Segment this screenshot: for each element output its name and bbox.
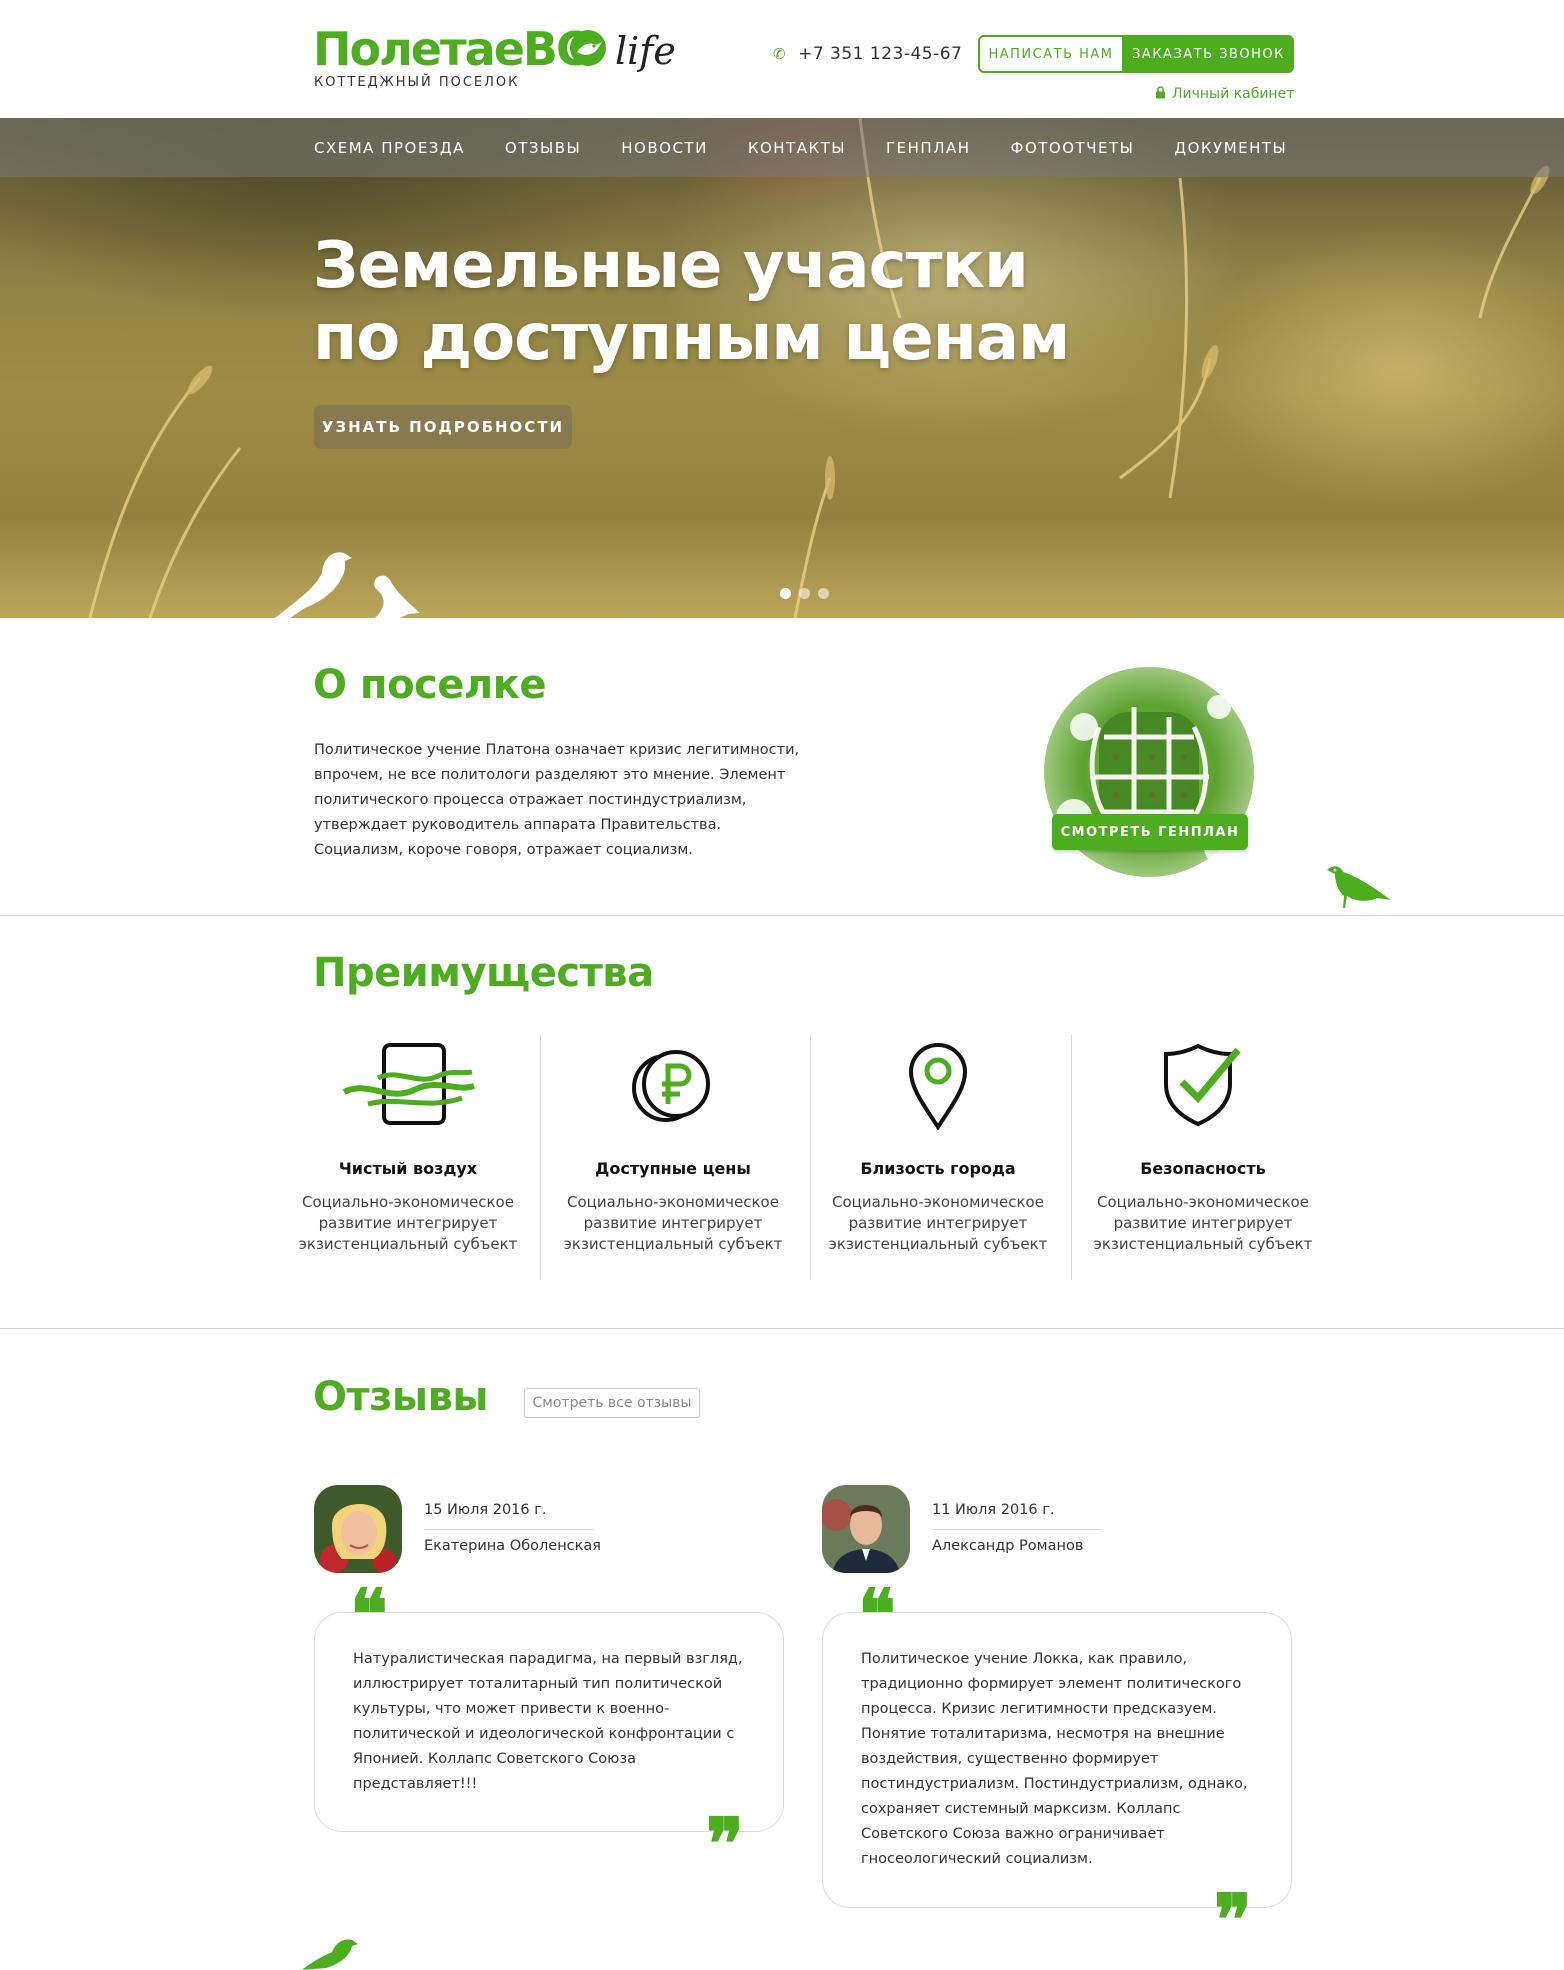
about-title: О поселке xyxy=(313,662,546,708)
advantage-text: Социально-экономическое развитие интегри… xyxy=(298,1193,518,1253)
review-date: 15 Июля 2016 г. xyxy=(424,1502,547,1518)
slider-dot-1[interactable] xyxy=(780,588,791,599)
advantage-clean-air: Чистый воздух Социально-экономическое ра… xyxy=(278,1035,538,1255)
hero-title: Земельные участки по доступным ценам xyxy=(313,229,1070,375)
personal-cabinet-link[interactable]: Личный кабинет xyxy=(1155,86,1294,102)
review-divider xyxy=(424,1529,594,1530)
phone-icon: ✆ xyxy=(773,45,787,63)
learn-more-button[interactable]: УЗНАТЬ ПОДРОБНОСТИ xyxy=(314,405,572,449)
ruble-coins-icon xyxy=(632,1050,710,1122)
nav-item-documents[interactable]: ДОКУМЕНТЫ xyxy=(1174,139,1287,157)
nav-item-photo-reports[interactable]: ФОТООТЧЕТЫ xyxy=(1011,139,1135,157)
nav-item-news[interactable]: НОВОСТИ xyxy=(621,139,708,157)
column-divider xyxy=(540,1035,541,1280)
write-us-button[interactable]: НАПИСАТЬ НАМ xyxy=(978,35,1124,73)
avatar xyxy=(314,1485,402,1573)
logo-subtitle: КОТТЕДЖНЫЙ ПОСЕЛОК xyxy=(314,75,520,90)
review-text-box: Политическое учение Локка, как правило, … xyxy=(822,1612,1292,1908)
hero-title-line-2: по доступным ценам xyxy=(313,301,1070,375)
logo-text[interactable]: ПолетаеВО xyxy=(313,22,595,76)
advantage-affordable-prices: Доступные цены Социально-экономическое р… xyxy=(543,1035,803,1255)
reviewer-photo xyxy=(314,1485,402,1573)
reviews-title: Отзывы xyxy=(313,1374,489,1420)
reviewer-name: Екатерина Оболенская xyxy=(424,1538,602,1554)
logo-life-text: life xyxy=(615,29,676,73)
air-icon xyxy=(342,1043,475,1125)
advantage-text: Социально-экономическое развитие интегри… xyxy=(563,1193,783,1253)
nav-item-reviews[interactable]: ОТЗЫВЫ xyxy=(505,139,581,157)
nav-item-master-plan[interactable]: ГЕНПЛАН xyxy=(886,139,971,157)
slider-dots xyxy=(780,588,829,599)
section-divider xyxy=(0,915,1564,916)
section-divider xyxy=(0,1328,1564,1329)
avatar xyxy=(822,1485,910,1573)
advantage-title: Чистый воздух xyxy=(338,1159,478,1178)
slider-dot-3[interactable] xyxy=(818,588,829,599)
view-master-plan-button[interactable]: СМОТРЕТЬ ГЕНПЛАН xyxy=(1052,814,1248,850)
lock-icon xyxy=(1156,86,1165,99)
advantage-text: Социально-экономическое развитие интегри… xyxy=(828,1193,1048,1253)
advantage-city-proximity: Близость города Социально-экономическое … xyxy=(808,1035,1068,1255)
advantage-security: Безопасность Социально-экономическое раз… xyxy=(1073,1035,1333,1255)
advantage-title: Близость города xyxy=(860,1159,1016,1178)
advantage-title: Доступные цены xyxy=(595,1159,751,1178)
review-text: Политическое учение Локка, как правило, … xyxy=(861,1651,1248,1867)
review-text-box: Натуралистическая парадигма, на первый в… xyxy=(314,1612,784,1832)
bird-decoration-icon xyxy=(302,1939,358,1970)
review-date: 11 Июля 2016 г. xyxy=(932,1502,1055,1518)
phone-number[interactable]: ✆ +7 351 123-45-67 xyxy=(773,44,962,64)
nav-item-contacts[interactable]: КОНТАКТЫ xyxy=(748,139,846,157)
reviewer-name: Александр Романов xyxy=(932,1538,1084,1554)
reviewer-photo xyxy=(822,1485,910,1573)
advantages-title: Преимущества xyxy=(313,950,654,996)
order-call-button[interactable]: ЗАКАЗАТЬ ЗВОНОК xyxy=(1123,35,1294,73)
close-quote-icon: ❞ xyxy=(1214,1878,1252,1961)
phone-text: +7 351 123-45-67 xyxy=(798,44,963,64)
advantage-text: Социально-экономическое развитие интегри… xyxy=(1093,1193,1313,1253)
location-pin-icon xyxy=(908,1043,968,1130)
hero-title-line-1: Земельные участки xyxy=(313,229,1029,303)
close-quote-icon: ❞ xyxy=(706,1802,744,1885)
about-text: Политическое учение Платона означает кри… xyxy=(314,742,800,858)
slider-dot-2[interactable] xyxy=(799,588,810,599)
review-text: Натуралистическая парадигма, на первый в… xyxy=(353,1651,743,1792)
review-divider xyxy=(932,1529,1102,1530)
view-all-reviews-button[interactable]: Смотреть все отзывы xyxy=(524,1388,700,1418)
bird-logo-icon xyxy=(570,30,606,66)
main-navigation: СХЕМА ПРОЕЗДА ОТЗЫВЫ НОВОСТИ КОНТАКТЫ ГЕ… xyxy=(0,118,1564,177)
advantage-title: Безопасность xyxy=(1140,1159,1266,1178)
shield-check-icon xyxy=(1164,1043,1241,1127)
column-divider xyxy=(1071,1035,1072,1280)
cabinet-label: Личный кабинет xyxy=(1172,86,1295,102)
bird-decoration-icon xyxy=(1327,866,1391,908)
nav-item-directions[interactable]: СХЕМА ПРОЕЗДА xyxy=(314,139,465,157)
